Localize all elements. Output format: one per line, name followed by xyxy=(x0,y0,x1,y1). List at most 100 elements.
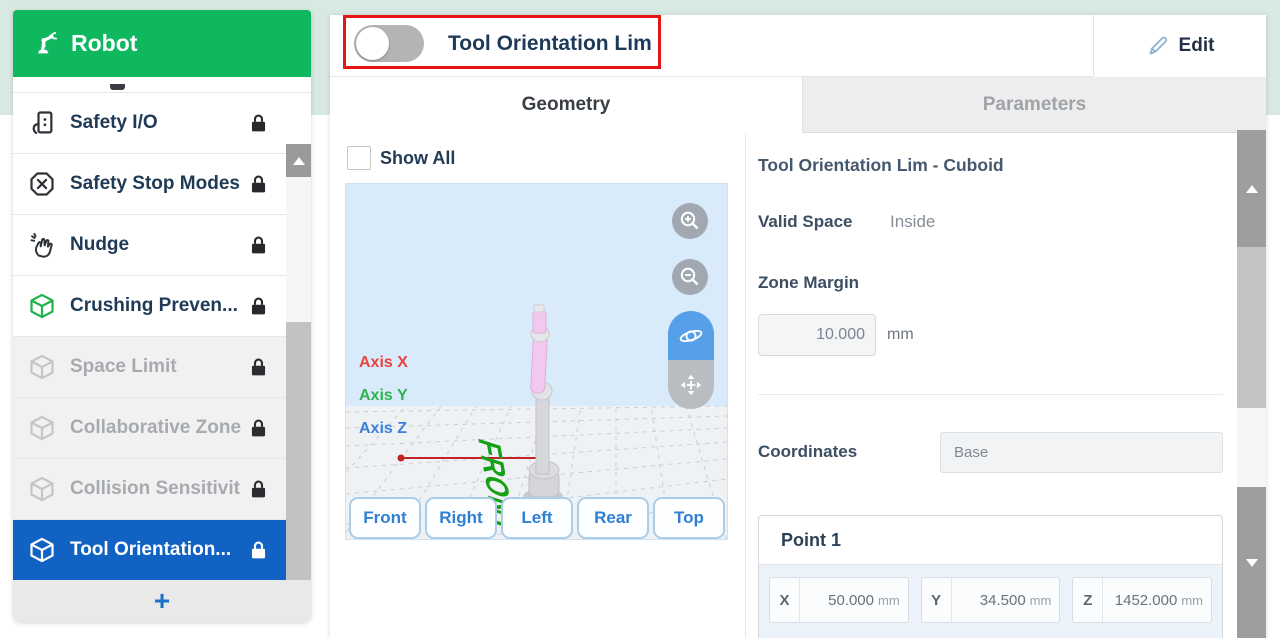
show-all-label: Show All xyxy=(380,148,455,169)
sidebar-item-label: Crushing Preven... xyxy=(70,295,238,317)
sidebar-item-nudge[interactable]: Nudge xyxy=(13,214,311,275)
orbit-rotate-icon xyxy=(678,323,704,349)
geometry-content: Show All xyxy=(330,133,1266,638)
arrow-up-icon xyxy=(1246,185,1258,193)
sidebar-scrollbar[interactable] xyxy=(286,144,311,580)
tab-parameters[interactable]: Parameters xyxy=(802,77,1266,133)
sidebar-item-crushing-prevention[interactable]: Crushing Preven... xyxy=(13,275,311,336)
sidebar: Robot Safety I/O Safety Stop Modes xyxy=(13,10,311,622)
show-all-checkbox[interactable] xyxy=(347,146,371,170)
point-1-fields: X 50.000 mm Y 34.500 mm Z 1452.000 mm xyxy=(759,565,1222,638)
tab-geometry[interactable]: Geometry xyxy=(330,77,802,133)
axis-legend: Axis X Axis Y Axis Z xyxy=(359,354,408,453)
cube-icon xyxy=(28,353,56,381)
safety-io-icon xyxy=(28,109,56,137)
point-x-value: 50.000 xyxy=(800,592,874,609)
stop-circle-icon xyxy=(28,170,56,198)
point-x-unit: mm xyxy=(878,593,900,608)
toggle-label: Tool Orientation Lim xyxy=(448,32,652,56)
scroll-up-button[interactable] xyxy=(286,144,311,177)
sidebar-item-collaborative-zone[interactable]: Collaborative Zone xyxy=(13,397,311,458)
lock-icon xyxy=(248,416,269,440)
sidebar-item-tool-orientation[interactable]: Tool Orientation... xyxy=(13,519,311,580)
sidebar-item-label: Space Limit xyxy=(70,356,177,378)
cube-icon xyxy=(28,536,56,564)
sidebar-item-partial xyxy=(13,77,311,92)
magnifier-minus-icon xyxy=(678,265,702,289)
edit-button[interactable]: Edit xyxy=(1094,15,1266,77)
view-control-pill xyxy=(668,311,714,409)
cube-icon xyxy=(28,414,56,442)
point-z-unit: mm xyxy=(1181,593,1203,608)
zone-margin-input[interactable]: 10.000 xyxy=(758,314,876,356)
sidebar-item-collision-sensitivity[interactable]: Collision Sensitivit xyxy=(13,458,311,519)
lock-icon xyxy=(248,294,269,318)
view-rear-button[interactable]: Rear xyxy=(577,497,649,539)
tab-bar: Geometry Parameters xyxy=(330,77,1266,133)
scrollbar-track[interactable] xyxy=(1237,408,1266,487)
point-x-field[interactable]: X 50.000 mm xyxy=(769,577,909,623)
zoom-in-button[interactable] xyxy=(672,203,708,239)
pan-view-button[interactable] xyxy=(668,360,714,409)
point-z-value: 1452.000 xyxy=(1103,592,1177,609)
zoom-out-button[interactable] xyxy=(672,259,708,295)
rotate-view-button[interactable] xyxy=(668,311,714,360)
main-header: Tool Orientation Lim Edit xyxy=(330,15,1266,77)
lock-icon xyxy=(248,172,269,196)
tool-orientation-toggle[interactable] xyxy=(354,25,424,62)
properties-panel: Tool Orientation Lim - Cuboid Valid Spac… xyxy=(746,133,1237,638)
cube-icon xyxy=(28,292,56,320)
zone-margin-label: Zone Margin xyxy=(758,273,859,293)
add-zone-button[interactable]: + xyxy=(13,580,311,622)
sidebar-item-label: Tool Orientation... xyxy=(70,539,231,561)
axis-x-tag: X xyxy=(770,578,800,622)
view-right-button[interactable]: Right xyxy=(425,497,497,539)
section-divider xyxy=(758,394,1223,395)
properties-scrollbar[interactable] xyxy=(1237,130,1266,638)
nudge-hand-icon xyxy=(28,231,56,259)
point-y-field[interactable]: Y 34.500 mm xyxy=(921,577,1061,623)
scroll-up-button[interactable] xyxy=(1237,130,1266,247)
sidebar-menu: Safety I/O Safety Stop Modes Nudge xyxy=(13,77,311,580)
show-all-row: Show All xyxy=(347,146,455,170)
arrow-down-icon xyxy=(1246,559,1258,567)
robot-3d-viewport[interactable]: FRONT Axis X Axis Y Axis Z xyxy=(345,183,728,540)
sidebar-title: Robot xyxy=(71,30,137,57)
robot-arm-icon xyxy=(31,30,59,58)
view-preset-buttons: Front Right Left Rear Top xyxy=(349,497,725,539)
sidebar-item-safety-io[interactable]: Safety I/O xyxy=(13,92,311,153)
sidebar-item-space-limit[interactable]: Space Limit xyxy=(13,336,311,397)
coordinates-label: Coordinates xyxy=(758,442,857,462)
plus-icon: + xyxy=(154,587,170,615)
lock-icon xyxy=(248,355,269,379)
axis-y-tag: Y xyxy=(922,578,952,622)
zone-title: Tool Orientation Lim - Cuboid xyxy=(758,155,1004,176)
valid-space-value: Inside xyxy=(890,212,935,232)
sidebar-item-label: Safety Stop Modes xyxy=(70,173,240,195)
zone-margin-unit: mm xyxy=(887,326,914,344)
view-left-button[interactable]: Left xyxy=(501,497,573,539)
lock-icon xyxy=(248,538,269,562)
clipped-icon-fragment xyxy=(110,84,125,90)
coordinates-select[interactable]: Base xyxy=(940,432,1223,473)
arrow-up-icon xyxy=(293,157,305,165)
sidebar-item-safety-stop-modes[interactable]: Safety Stop Modes xyxy=(13,153,311,214)
scrollbar-thumb[interactable] xyxy=(286,322,311,580)
cube-icon xyxy=(28,475,56,503)
point-z-field[interactable]: Z 1452.000 mm xyxy=(1072,577,1212,623)
pan-arrows-icon xyxy=(678,372,704,398)
sidebar-item-label: Nudge xyxy=(70,234,129,256)
toggle-knob xyxy=(356,27,389,60)
scroll-down-button[interactable] xyxy=(1237,487,1266,638)
view-front-button[interactable]: Front xyxy=(349,497,421,539)
pencil-icon xyxy=(1146,34,1170,58)
point-1-title: Point 1 xyxy=(759,516,1222,565)
lock-icon xyxy=(248,111,269,135)
view-top-button[interactable]: Top xyxy=(653,497,725,539)
sidebar-item-label: Safety I/O xyxy=(70,112,158,134)
axis-z-tag: Z xyxy=(1073,578,1103,622)
edit-button-label: Edit xyxy=(1179,35,1215,57)
scrollbar-thumb[interactable] xyxy=(1237,247,1266,408)
axis-x-label: Axis X xyxy=(359,354,408,372)
axis-z-label: Axis Z xyxy=(359,420,408,438)
